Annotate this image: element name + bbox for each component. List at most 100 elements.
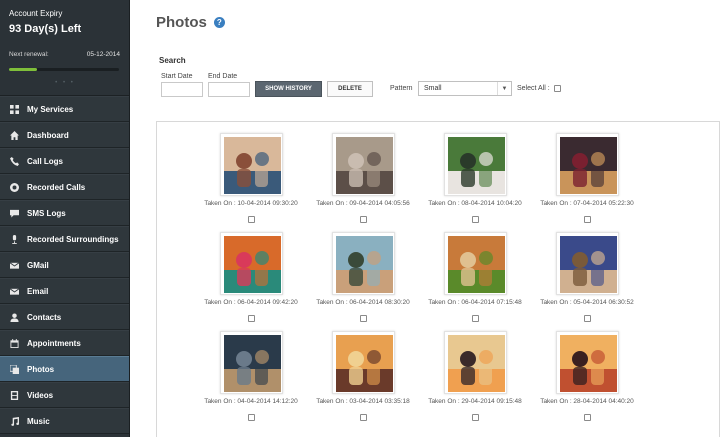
sidebar-item-recorded-calls[interactable]: Recorded Calls: [0, 174, 129, 200]
photo-select-checkbox[interactable]: [247, 315, 255, 322]
photo-select-checkbox[interactable]: [471, 216, 479, 223]
pattern-select-value: Small: [424, 85, 442, 92]
photo-thumbnail[interactable]: [443, 133, 507, 196]
sidebar-item-label: Recorded Surroundings: [27, 234, 119, 244]
photo-taken-on: Taken On : 03-04-2014 03:35:18: [316, 398, 410, 405]
photo-thumbnail[interactable]: [331, 232, 395, 295]
sidebar-item-label: Appointments: [27, 338, 81, 348]
sidebar-item-label: GMail: [27, 260, 49, 270]
sidebar-item-label: Recorded Calls: [27, 182, 86, 192]
photo-thumbnail[interactable]: [331, 133, 395, 196]
renewal-label: Next renewal:: [9, 51, 49, 58]
sidebar-menu: My Services Dashboard Call Logs Recorded Ca…: [0, 96, 129, 434]
photo-thumbnail[interactable]: [331, 331, 395, 394]
delete-button[interactable]: DELETE: [327, 81, 373, 97]
photo-select-checkbox[interactable]: [359, 414, 367, 421]
photo-item: Taken On : 03-04-2014 03:35:18: [307, 331, 419, 426]
film-icon: [9, 390, 19, 400]
photo-item: Taken On : 09-04-2014 04:05:56: [307, 133, 419, 228]
calendar-icon: [9, 338, 19, 348]
start-date-label: Start Date: [161, 73, 193, 80]
select-all-checkbox[interactable]: [554, 85, 561, 92]
page-title-text: Photos: [156, 14, 207, 31]
photo-item: Taken On : 05-04-2014 06:30:52: [531, 232, 643, 327]
sidebar-item-recorded-surroundings[interactable]: Recorded Surroundings: [0, 226, 129, 252]
sidebar-item-photos[interactable]: Photos: [0, 356, 129, 382]
record-icon: [9, 182, 19, 192]
sidebar-item-label: Email: [27, 286, 49, 296]
sidebar-item-appointments[interactable]: Appointments: [0, 330, 129, 356]
photo-item: Taken On : 29-04-2014 09:15:48: [419, 331, 531, 426]
photo-select-checkbox[interactable]: [583, 216, 591, 223]
photo-item: Taken On : 08-04-2014 10:04:20: [419, 133, 531, 228]
sidebar-item-music[interactable]: Music: [0, 408, 129, 434]
sidebar-item-label: SMS Logs: [27, 208, 66, 218]
photo-thumbnail[interactable]: [555, 331, 619, 394]
photo-taken-on: Taken On : 06-04-2014 07:15:48: [428, 299, 522, 306]
photo-item: Taken On : 04-04-2014 14:12:20: [195, 331, 307, 426]
photo-item: Taken On : 06-04-2014 08:30:20: [307, 232, 419, 327]
end-date-label: End Date: [208, 73, 238, 80]
expiry-progress-fill: [9, 68, 37, 71]
sidebar-item-my-services[interactable]: My Services: [0, 96, 129, 122]
page-title: Photos ?: [156, 14, 225, 31]
sidebar-item-dashboard[interactable]: Dashboard: [0, 122, 129, 148]
sidebar-item-label: Music: [27, 416, 50, 426]
next-renewal: Next renewal: 05-12-2014: [9, 51, 120, 58]
photo-taken-on: Taken On : 07-04-2014 05:22:30: [540, 200, 634, 207]
photo-thumbnail[interactable]: [219, 232, 283, 295]
photo-select-checkbox[interactable]: [359, 315, 367, 322]
pattern-select[interactable]: Small ▼: [418, 81, 512, 96]
collapse-handle[interactable]: • • •: [0, 80, 130, 86]
phone-icon: [9, 156, 19, 166]
photo-item: Taken On : 07-04-2014 05:22:30: [531, 133, 643, 228]
photo-select-checkbox[interactable]: [471, 414, 479, 421]
person-icon: [9, 312, 19, 322]
account-expiry-label: Account Expiry: [9, 9, 63, 18]
photo-select-checkbox[interactable]: [583, 414, 591, 421]
photo-item: Taken On : 06-04-2014 09:42:20: [195, 232, 307, 327]
pattern-label: Pattern: [390, 85, 413, 92]
photo-thumbnail[interactable]: [219, 331, 283, 394]
end-date-input[interactable]: [208, 82, 250, 97]
sidebar-item-sms-logs[interactable]: SMS Logs: [0, 200, 129, 226]
photo-select-checkbox[interactable]: [359, 216, 367, 223]
photo-taken-on: Taken On : 29-04-2014 09:15:48: [428, 398, 522, 405]
sidebar-item-videos[interactable]: Videos: [0, 382, 129, 408]
photo-thumbnail[interactable]: [443, 331, 507, 394]
sidebar-item-label: Photos: [27, 364, 55, 374]
photo-thumbnail[interactable]: [219, 133, 283, 196]
photo-taken-on: Taken On : 08-04-2014 10:04:20: [428, 200, 522, 207]
photo-taken-on: Taken On : 10-04-2014 09:30:20: [204, 200, 298, 207]
photo-thumbnail[interactable]: [555, 133, 619, 196]
search-heading: Search: [159, 56, 186, 65]
photo-select-checkbox[interactable]: [247, 414, 255, 421]
photo-item: Taken On : 06-04-2014 07:15:48: [419, 232, 531, 327]
photo-select-checkbox[interactable]: [471, 315, 479, 322]
photo-thumbnail[interactable]: [555, 232, 619, 295]
renewal-date: 05-12-2014: [86, 51, 120, 58]
sidebar-item-gmail[interactable]: GMail: [0, 252, 129, 278]
sidebar-item-email[interactable]: Email: [0, 278, 129, 304]
photo-taken-on: Taken On : 09-04-2014 04:05:56: [316, 200, 410, 207]
expiry-progress-bar: [9, 68, 119, 71]
show-history-button[interactable]: SHOW HISTORY: [255, 81, 322, 97]
account-expiry-panel: Account Expiry 93 Day(s) Left Next renew…: [0, 0, 129, 96]
chevron-down-icon: ▼: [497, 82, 511, 95]
help-icon[interactable]: ?: [213, 17, 225, 28]
photo-select-checkbox[interactable]: [583, 315, 591, 322]
sidebar-item-call-logs[interactable]: Call Logs: [0, 148, 129, 174]
photos-icon: [9, 364, 19, 374]
photo-thumbnail[interactable]: [443, 232, 507, 295]
start-date-input[interactable]: [161, 82, 203, 97]
mail-icon: [9, 286, 19, 296]
photo-taken-on: Taken On : 06-04-2014 08:30:20: [316, 299, 410, 306]
photo-item: Taken On : 28-04-2014 04:40:20: [531, 331, 643, 426]
photo-select-checkbox[interactable]: [247, 216, 255, 223]
mail-icon: [9, 260, 19, 270]
photo-item: Taken On : 10-04-2014 09:30:20: [195, 133, 307, 228]
sidebar-item-contacts[interactable]: Contacts: [0, 304, 129, 330]
dashboard-icon: [9, 130, 19, 140]
days-left: 93 Day(s) Left: [9, 23, 82, 35]
main-content: Photos ? Search Start Date End Date SHOW…: [130, 0, 720, 437]
